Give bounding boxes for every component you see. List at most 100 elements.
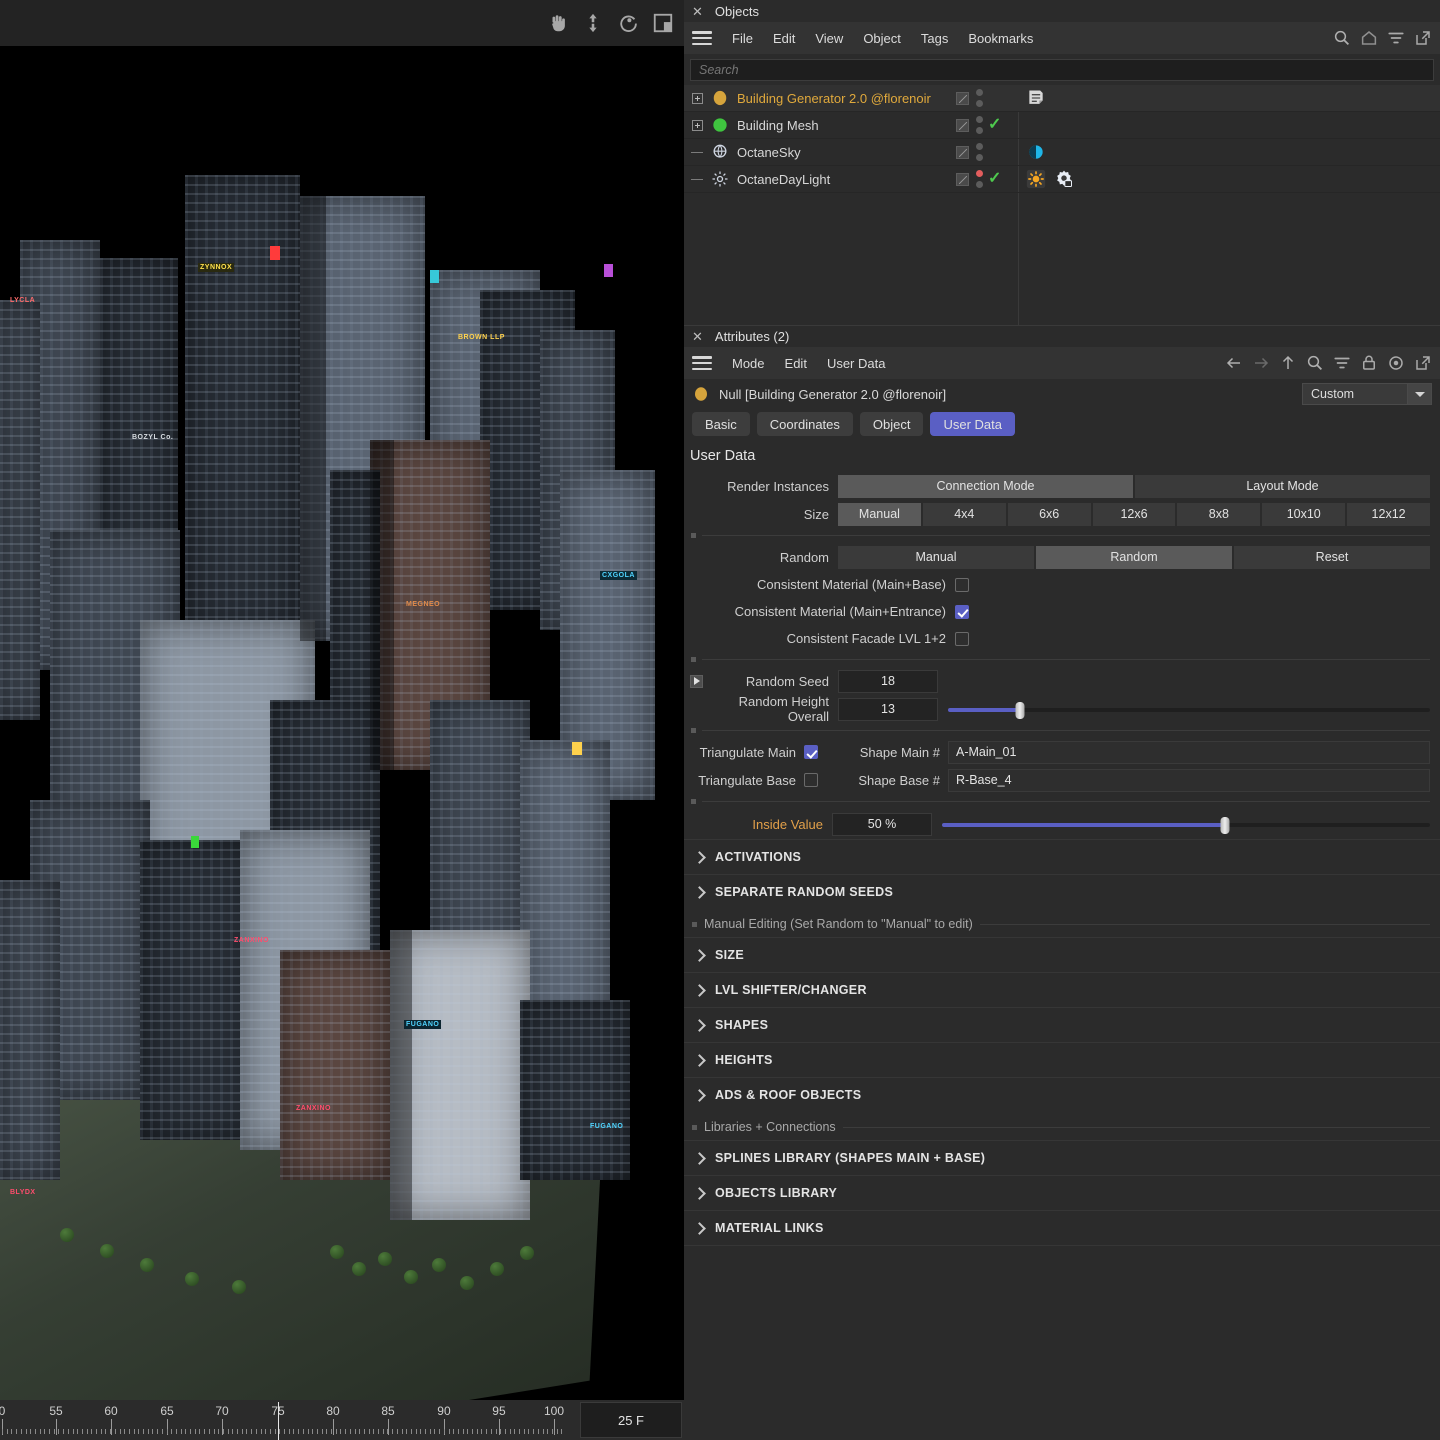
size-option-4x4[interactable]: 4x4 <box>923 503 1006 526</box>
chevron-right-icon[interactable] <box>693 851 706 864</box>
random-height-slider[interactable] <box>948 698 1430 721</box>
visibility-dots[interactable] <box>976 170 983 188</box>
slider-handle[interactable] <box>1221 817 1230 834</box>
hamburger-menu-icon[interactable] <box>692 31 712 45</box>
tab-user-data[interactable]: User Data <box>930 412 1015 436</box>
size-option-8x8[interactable]: 8x8 <box>1177 503 1260 526</box>
chevron-right-icon[interactable] <box>693 1019 706 1032</box>
menu-object[interactable]: Object <box>853 27 911 50</box>
visibility-dots[interactable] <box>976 89 983 107</box>
chevron-right-icon[interactable] <box>693 1222 706 1235</box>
pan-hand-icon[interactable] <box>547 12 569 34</box>
external-link-icon[interactable] <box>1414 354 1432 372</box>
section-activations[interactable]: ACTIVATIONS <box>684 839 1440 874</box>
timeline[interactable]: 0556065707580859095100 25 F <box>0 1400 684 1440</box>
timeline-ruler[interactable]: 0556065707580859095100 <box>0 1400 580 1440</box>
sun-tag-icon[interactable] <box>1026 169 1046 189</box>
chevron-right-icon[interactable] <box>693 1187 706 1200</box>
section-objects-library[interactable]: OBJECTS LIBRARY <box>684 1175 1440 1210</box>
size-segmented[interactable]: Manual4x46x612x68x810x1012x12 <box>838 503 1440 526</box>
environment-tag-icon[interactable] <box>1026 142 1046 162</box>
size-option-manual[interactable]: Manual <box>838 503 921 526</box>
object-enable-checkbox[interactable] <box>956 173 969 186</box>
expand-toggle-icon[interactable] <box>690 675 703 688</box>
hamburger-menu-icon[interactable] <box>692 356 712 370</box>
dolly-icon[interactable] <box>582 12 604 34</box>
random-option-manual[interactable]: Manual <box>838 546 1034 569</box>
random-seed-field[interactable]: 18 <box>838 670 938 693</box>
preset-dropdown[interactable]: Custom <box>1302 383 1432 405</box>
menu-user-data[interactable]: User Data <box>817 352 896 375</box>
slider-handle[interactable] <box>1016 702 1025 719</box>
chevron-right-icon[interactable] <box>693 1089 706 1102</box>
visibility-dots[interactable] <box>976 116 983 134</box>
object-tree-row[interactable]: OctaneSky <box>684 139 1440 166</box>
size-option-12x12[interactable]: 12x12 <box>1347 503 1430 526</box>
inside-value-slider[interactable] <box>942 813 1430 836</box>
menu-bookmarks[interactable]: Bookmarks <box>958 27 1043 50</box>
search-icon[interactable] <box>1333 29 1351 47</box>
chevron-right-icon[interactable] <box>693 1054 706 1067</box>
viewport-layout-icon[interactable] <box>652 12 674 34</box>
record-target-icon[interactable] <box>1387 354 1405 372</box>
random-segmented[interactable]: ManualRandomReset <box>838 546 1440 569</box>
section-lvl-shifter-changer[interactable]: LVL SHIFTER/CHANGER <box>684 972 1440 1007</box>
filter-icon[interactable] <box>1333 354 1351 372</box>
inside-value-field[interactable]: 50 % <box>832 813 932 836</box>
menu-edit[interactable]: Edit <box>763 27 805 50</box>
filter-icon[interactable] <box>1387 29 1405 47</box>
shape-main-field[interactable]: A-Main_01 <box>948 741 1430 764</box>
random-height-field[interactable]: 13 <box>838 698 938 721</box>
up-arrow-icon[interactable] <box>1279 354 1297 372</box>
expand-toggle-icon[interactable] <box>684 120 710 131</box>
tab-basic[interactable]: Basic <box>692 412 750 436</box>
chevron-down-icon[interactable] <box>1407 384 1431 404</box>
consistency-checkbox[interactable] <box>955 605 969 619</box>
viewport-render-3d-city[interactable]: ZYNNOX LYCLA BOZYL Co. BROWN LLP MEGNEO … <box>0 0 684 1400</box>
enabled-check-icon[interactable]: ✓ <box>988 117 1004 133</box>
current-frame-field[interactable]: 25 F <box>580 1402 682 1438</box>
object-enable-checkbox[interactable] <box>956 119 969 132</box>
expand-toggle-icon[interactable] <box>684 93 710 104</box>
random-option-reset[interactable]: Reset <box>1234 546 1430 569</box>
section-separate-random-seeds[interactable]: SEPARATE RANDOM SEEDS <box>684 874 1440 909</box>
enabled-check-icon[interactable]: ✓ <box>988 171 1004 187</box>
menu-view[interactable]: View <box>805 27 853 50</box>
object-tree-row[interactable]: Building Generator 2.0 @florenoir <box>684 85 1440 112</box>
chevron-right-icon[interactable] <box>693 886 706 899</box>
menu-file[interactable]: File <box>722 27 763 50</box>
consistency-checkbox[interactable] <box>955 578 969 592</box>
timeline-playhead[interactable] <box>278 1402 279 1440</box>
size-option-10x10[interactable]: 10x10 <box>1262 503 1345 526</box>
section-heights[interactable]: HEIGHTS <box>684 1042 1440 1077</box>
back-arrow-icon[interactable] <box>1225 354 1243 372</box>
shape-base-field[interactable]: R-Base_4 <box>948 769 1430 792</box>
render-instances-option-layout-mode[interactable]: Layout Mode <box>1135 475 1430 498</box>
size-option-6x6[interactable]: 6x6 <box>1008 503 1091 526</box>
lock-icon[interactable] <box>1360 354 1378 372</box>
render-instances-segmented[interactable]: Connection ModeLayout Mode <box>838 475 1440 498</box>
menu-tags[interactable]: Tags <box>911 27 958 50</box>
section-shapes[interactable]: SHAPES <box>684 1007 1440 1042</box>
triangulate-base-checkbox[interactable] <box>804 773 818 787</box>
object-tree[interactable]: Building Generator 2.0 @florenoirBuildin… <box>684 85 1440 325</box>
tab-coordinates[interactable]: Coordinates <box>757 412 853 436</box>
external-link-icon[interactable] <box>1414 29 1432 47</box>
close-icon[interactable]: ✕ <box>692 5 703 18</box>
size-option-12x6[interactable]: 12x6 <box>1093 503 1176 526</box>
home-icon[interactable] <box>1360 29 1378 47</box>
render-instances-option-connection-mode[interactable]: Connection Mode <box>838 475 1133 498</box>
consistency-checkbox[interactable] <box>955 632 969 646</box>
menu-edit[interactable]: Edit <box>775 352 817 375</box>
gear-tag-icon[interactable] <box>1054 169 1074 189</box>
tab-object[interactable]: Object <box>860 412 924 436</box>
menu-mode[interactable]: Mode <box>722 352 775 375</box>
chevron-right-icon[interactable] <box>693 984 706 997</box>
section-size[interactable]: SIZE <box>684 937 1440 972</box>
object-tree-row[interactable]: OctaneDayLight✓ <box>684 166 1440 193</box>
search-icon[interactable] <box>1306 354 1324 372</box>
triangulate-main-checkbox[interactable] <box>804 745 818 759</box>
visibility-dots[interactable] <box>976 143 983 161</box>
random-option-random[interactable]: Random <box>1036 546 1232 569</box>
annotation-tag-icon[interactable] <box>1026 88 1046 108</box>
